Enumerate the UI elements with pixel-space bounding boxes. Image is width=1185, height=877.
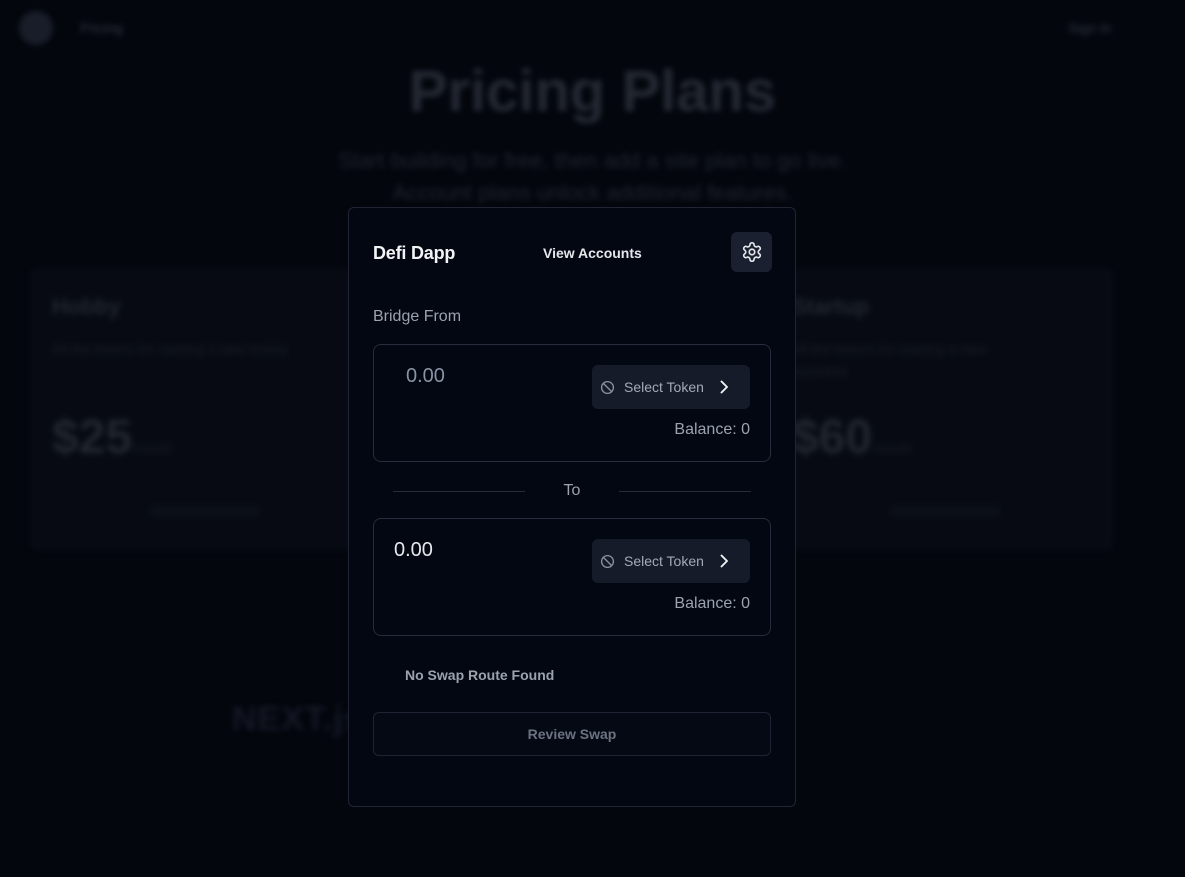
plan-price-value: $60	[792, 411, 873, 464]
select-token-label: Select Token	[624, 553, 704, 569]
ban-icon	[600, 554, 615, 568]
chevron-right-icon	[720, 380, 728, 394]
divider-line-right	[619, 491, 751, 492]
to-balance: Balance: 0	[674, 595, 750, 612]
from-select-token-button[interactable]: Select Token	[592, 365, 750, 409]
plan-button	[150, 506, 260, 516]
gear-icon	[742, 242, 761, 262]
plan-name: Startup	[792, 294, 869, 319]
plan-price-value: $25	[52, 411, 133, 464]
nav-link-sign-in: Sign In	[1068, 20, 1112, 36]
plan-button	[890, 506, 1000, 516]
plan-price: $60/month	[792, 410, 912, 465]
swap-route-status: No Swap Route Found	[405, 667, 555, 683]
plan-description: All the basics for starting a new busine…	[792, 341, 986, 379]
from-amount-input[interactable]	[406, 365, 576, 388]
to-amount-input[interactable]	[394, 539, 564, 562]
nav-link-pricing: Pricing	[80, 20, 123, 36]
plan-price-unit: /month	[132, 441, 172, 456]
pricing-subtitle-line-1: Start building for free, then add a site…	[338, 148, 847, 173]
bridge-to-panel: Select Token Balance: 0	[373, 518, 771, 636]
review-swap-button[interactable]: Review Swap	[373, 712, 771, 756]
plan-name: Hobby	[52, 294, 121, 319]
app-title: Defi Dapp	[373, 243, 456, 263]
plan-price-unit: /month	[872, 441, 912, 456]
plan-card-startup: Startup All the basics for starting a ne…	[770, 268, 1113, 550]
from-balance: Balance: 0	[674, 421, 750, 438]
view-accounts-button[interactable]: View Accounts	[543, 245, 642, 261]
bridge-from-panel: Select Token Balance: 0	[373, 344, 771, 462]
bridge-from-label: Bridge From	[373, 308, 462, 325]
site-logo-icon	[19, 11, 53, 45]
to-select-token-button[interactable]: Select Token	[592, 539, 750, 583]
plan-price: $25/month	[52, 410, 172, 465]
plan-description: All the basics for starting a new hobby	[52, 341, 288, 357]
page: Pricing Sign In Pricing Plans Start buil…	[0, 0, 1185, 877]
pricing-subtitle-line-2: Account plans unlock additional features…	[392, 180, 793, 205]
settings-button[interactable]	[731, 232, 772, 272]
to-divider: To	[373, 482, 771, 502]
chevron-right-icon	[720, 554, 728, 568]
nextjs-logo: NEXT.js	[232, 700, 364, 738]
pricing-title: Pricing Plans	[408, 59, 777, 124]
select-token-label: Select Token	[624, 379, 704, 395]
ban-icon	[600, 380, 615, 394]
pricing-subtitle: Start building for free, then add a site…	[0, 145, 1185, 209]
bridge-modal: Defi Dapp View Accounts Bridge From Sele…	[348, 207, 796, 807]
